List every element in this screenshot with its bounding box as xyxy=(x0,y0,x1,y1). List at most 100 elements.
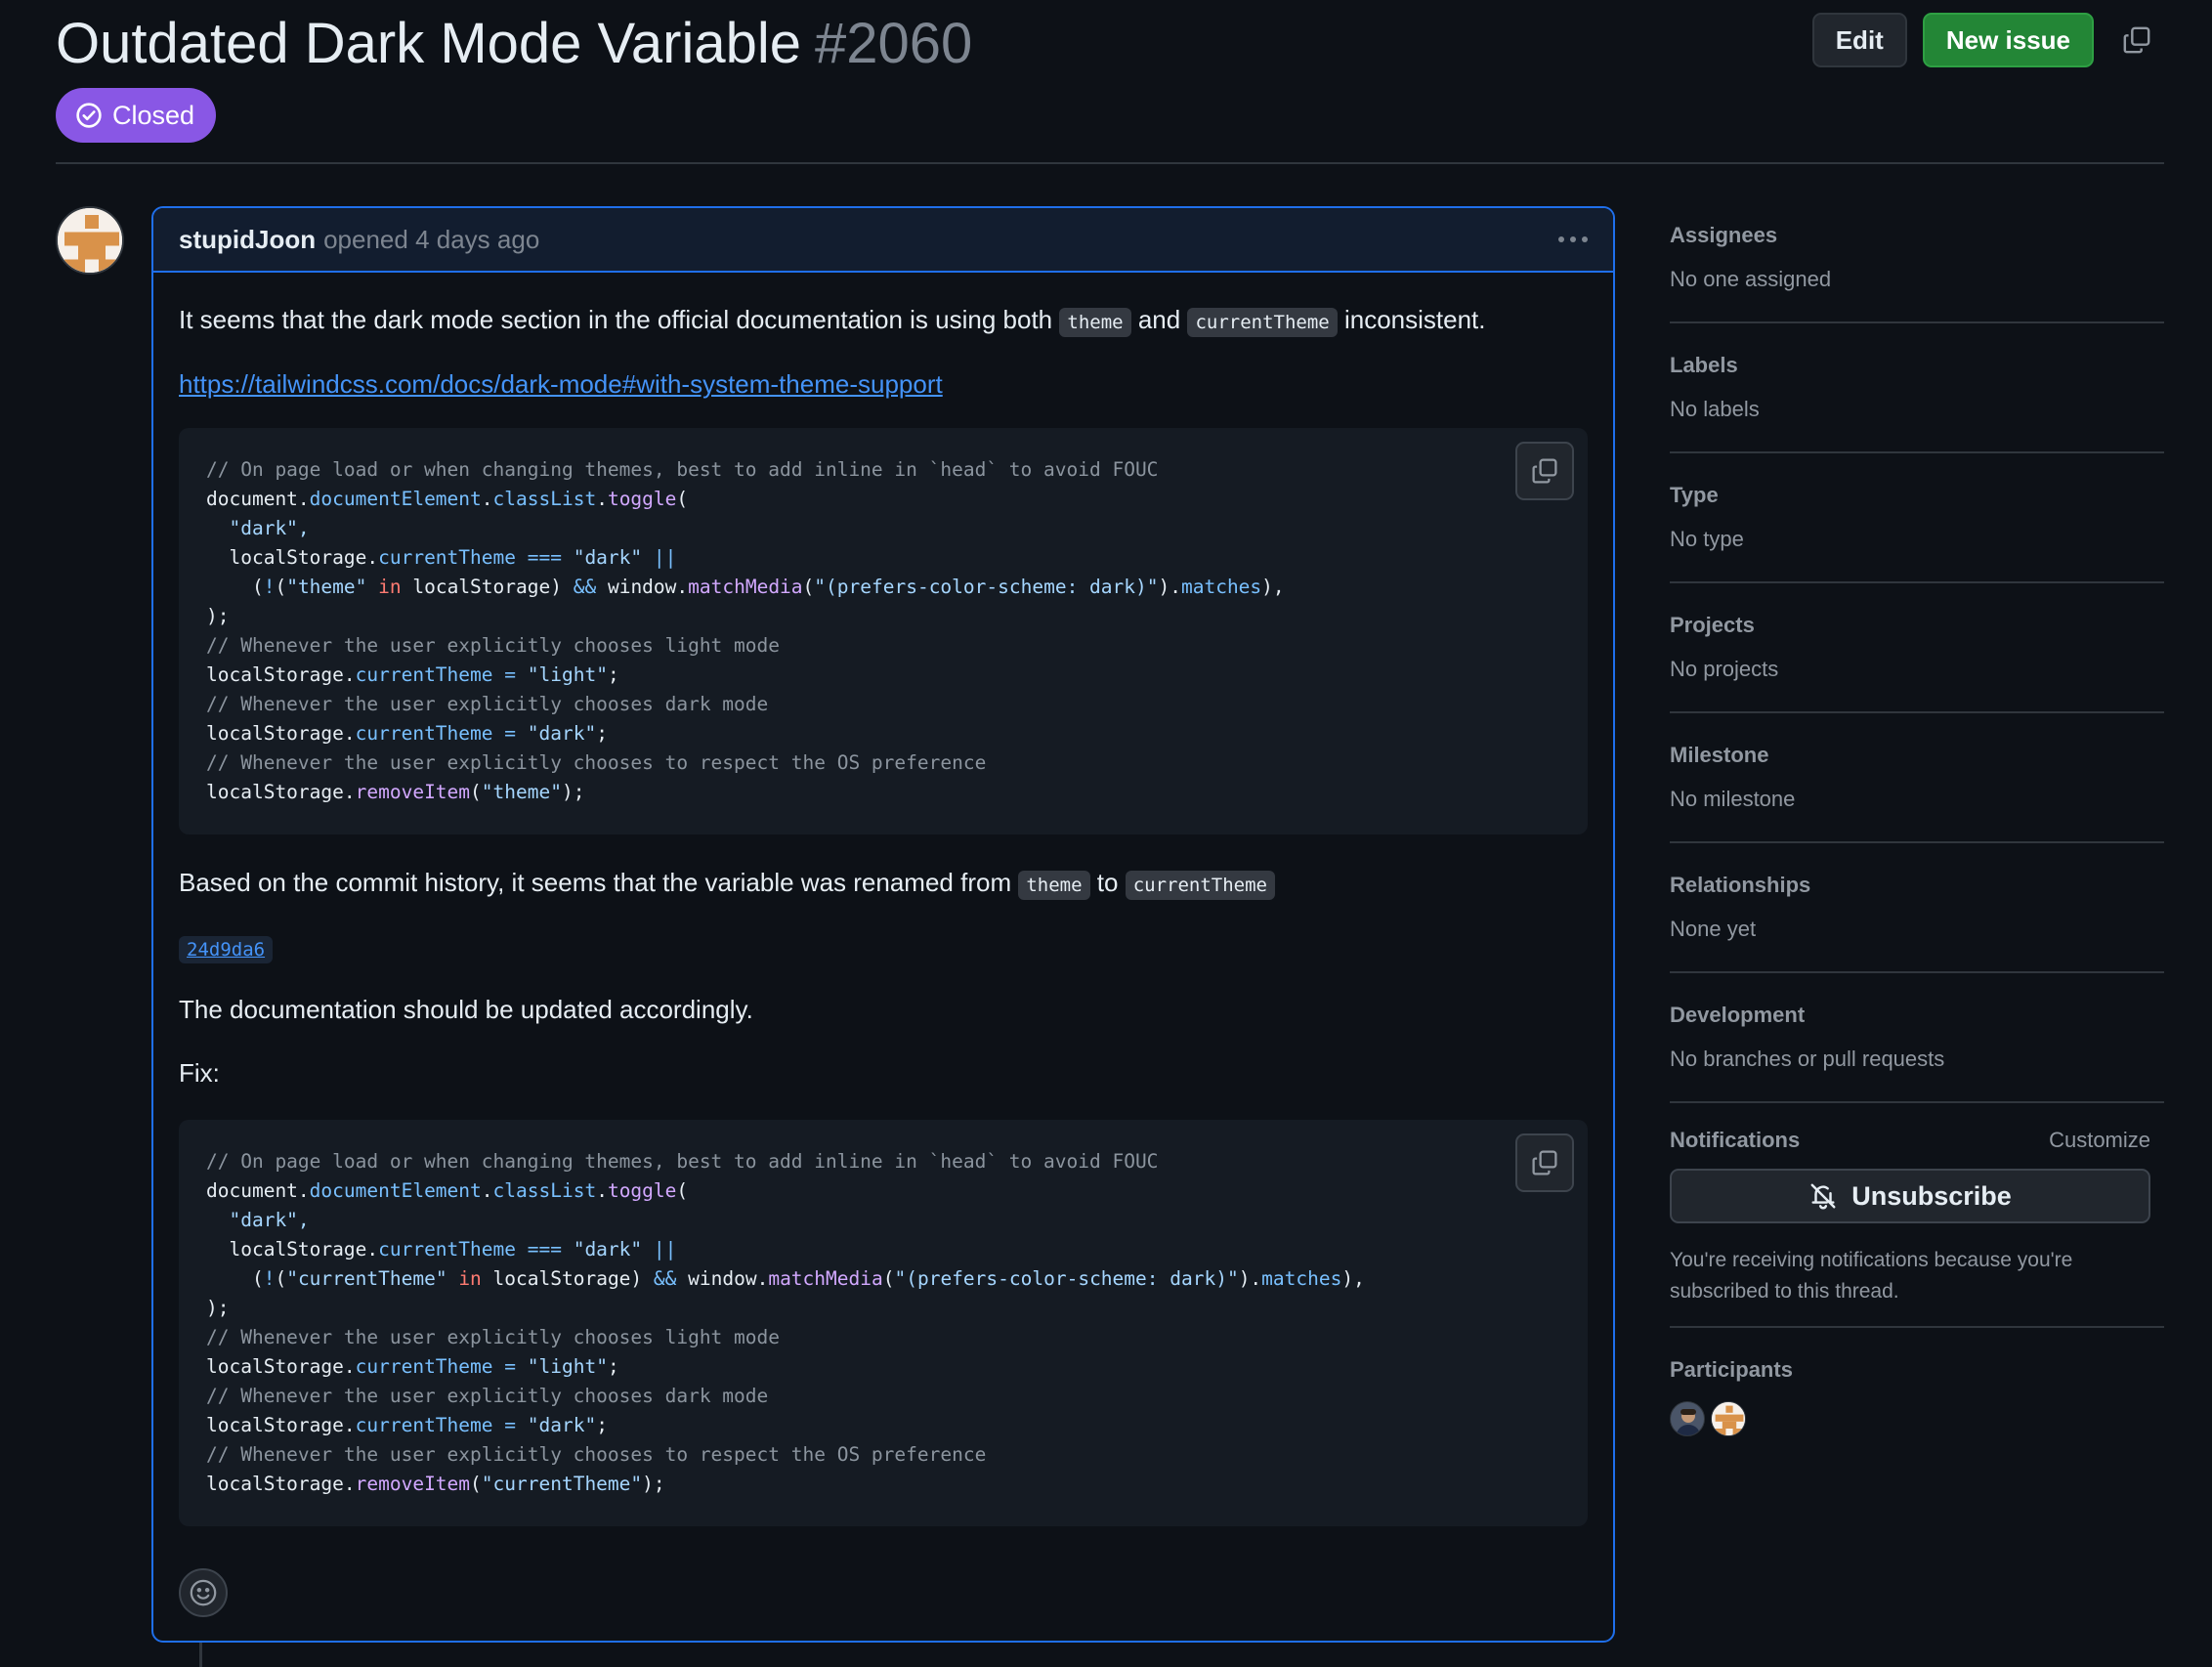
author-avatar[interactable] xyxy=(56,206,124,275)
sidebar-participants: Participants xyxy=(1670,1328,2164,1475)
code-line: // Whenever the user explicitly chooses … xyxy=(206,634,780,657)
code-line: "dark", xyxy=(206,517,310,539)
sidebar-title[interactable]: Development xyxy=(1670,1003,1805,1028)
code-line: localStorage.currentTheme === "dark" || xyxy=(206,1238,677,1261)
code-line: // On page load or when changing themes,… xyxy=(206,458,1159,481)
paragraph-commit-history: Based on the commit history, it seems th… xyxy=(179,865,1275,903)
copy-link-button[interactable] xyxy=(2109,13,2164,67)
header-actions: Edit New issue xyxy=(1811,13,2164,67)
customize-notifications-link[interactable]: Customize xyxy=(2049,1128,2150,1153)
sidebar-title: Participants xyxy=(1670,1357,1793,1382)
sidebar-title: Notifications xyxy=(1670,1128,1801,1152)
code-line: document.documentElement.classList.toggl… xyxy=(206,1179,689,1202)
sidebar-title[interactable]: Type xyxy=(1670,483,1719,508)
identicon-avatar-icon xyxy=(1712,1402,1745,1435)
copy-icon xyxy=(1532,458,1557,484)
code-line: ); xyxy=(206,1297,230,1319)
kebab-dot-icon xyxy=(1570,236,1576,242)
code-line: // On page load or when changing themes,… xyxy=(206,1150,1159,1173)
inline-code: currentTheme xyxy=(1125,871,1275,900)
copy-code-button[interactable] xyxy=(1515,1133,1574,1192)
code-line: localStorage.removeItem("theme"); xyxy=(206,781,585,803)
sidebar-title[interactable]: Milestone xyxy=(1670,743,1768,768)
sidebar-value: No labels xyxy=(1670,397,1760,421)
sidebar-title[interactable]: Labels xyxy=(1670,353,1738,378)
copy-icon xyxy=(2123,26,2150,54)
sidebar-value: No milestone xyxy=(1670,787,1796,811)
text: inconsistent. xyxy=(1343,305,1486,334)
comment-author[interactable]: stupidJoon xyxy=(179,225,316,255)
notification-reason: You're receiving notifications because y… xyxy=(1670,1249,2073,1303)
code-line: // Whenever the user explicitly chooses … xyxy=(206,693,769,715)
comment-header: stupidJoon opened 4 days ago xyxy=(153,208,1613,273)
sidebar-title[interactable]: Assignees xyxy=(1670,223,1777,248)
participant-avatar[interactable] xyxy=(1711,1401,1746,1436)
code-line: (!("currentTheme" in localStorage) && wi… xyxy=(206,1267,1365,1290)
sidebar-value: No branches or pull requests xyxy=(1670,1047,1945,1071)
code-line: (!("theme" in localStorage) && window.ma… xyxy=(206,576,1285,598)
text: It seems that the dark mode section in t… xyxy=(179,305,1053,334)
sidebar-title[interactable]: Projects xyxy=(1670,613,1755,638)
code-line: localStorage.currentTheme = "light"; xyxy=(206,1355,619,1378)
check-circle-icon xyxy=(76,103,102,128)
unsubscribe-label: Unsubscribe xyxy=(1851,1180,2012,1211)
sidebar-title[interactable]: Relationships xyxy=(1670,873,1810,898)
paragraph-link: https://tailwindcss.com/docs/dark-mode#w… xyxy=(179,366,943,402)
code-line: // Whenever the user explicitly chooses … xyxy=(206,1326,780,1348)
unsubscribe-button[interactable]: Unsubscribe xyxy=(1670,1169,2150,1223)
code-line: localStorage.currentTheme === "dark" || xyxy=(206,546,677,569)
sidebar-relationships[interactable]: Relationships None yet xyxy=(1670,843,2164,973)
code-line: // Whenever the user explicitly chooses … xyxy=(206,1385,769,1407)
edit-button[interactable]: Edit xyxy=(1811,13,1907,67)
text: Based on the commit history, it seems th… xyxy=(179,868,1012,897)
issue-header: Outdated Dark Mode Variable #2060 Closed … xyxy=(56,0,2164,164)
sidebar-assignees[interactable]: Assignees No one assigned xyxy=(1670,206,2164,323)
commit-sha-link[interactable]: 24d9da6 xyxy=(179,936,274,963)
paragraph-update: The documentation should be updated acco… xyxy=(179,995,753,1024)
paragraph-intro: It seems that the dark mode section in t… xyxy=(179,302,1486,340)
sidebar-labels[interactable]: Labels No labels xyxy=(1670,323,2164,453)
sidebar-value: No one assigned xyxy=(1670,267,1832,291)
inline-code: currentTheme xyxy=(1187,308,1338,337)
comment-meta[interactable]: opened 4 days ago xyxy=(323,225,539,255)
code-line: localStorage.removeItem("currentTheme"); xyxy=(206,1473,665,1495)
comment-options-button[interactable] xyxy=(1558,236,1588,242)
sidebar-value: No type xyxy=(1670,527,1744,551)
sidebar-projects[interactable]: Projects No projects xyxy=(1670,583,2164,713)
code-line: // Whenever the user explicitly chooses … xyxy=(206,751,987,774)
sidebar-type[interactable]: Type No type xyxy=(1670,453,2164,583)
status-badge: Closed xyxy=(56,88,217,143)
kebab-dot-icon xyxy=(1558,236,1564,242)
timeline-line xyxy=(199,1643,202,1667)
code-block-fix: // On page load or when changing themes,… xyxy=(179,1120,1588,1526)
code-line: "dark", xyxy=(206,1209,310,1231)
sidebar-development[interactable]: Development No branches or pull requests xyxy=(1670,973,2164,1103)
docs-link[interactable]: https://tailwindcss.com/docs/dark-mode#w… xyxy=(179,369,943,399)
add-reaction-button[interactable] xyxy=(179,1568,228,1617)
text: to xyxy=(1096,868,1119,897)
sidebar-value: No projects xyxy=(1670,657,1779,681)
code-line: ); xyxy=(206,605,230,627)
code-line: // Whenever the user explicitly chooses … xyxy=(206,1443,987,1466)
copy-code-button[interactable] xyxy=(1515,442,1574,500)
participants-list xyxy=(1670,1401,1758,1440)
code-line: localStorage.currentTheme = "light"; xyxy=(206,663,619,686)
paragraph-commit: 24d9da6 xyxy=(179,929,274,967)
inline-code: theme xyxy=(1018,871,1090,900)
participant-avatar[interactable] xyxy=(1670,1401,1705,1436)
inline-code: theme xyxy=(1059,308,1131,337)
text: and xyxy=(1137,305,1181,334)
issue-title-text: Outdated Dark Mode Variable xyxy=(56,12,802,75)
code-block-original: // On page load or when changing themes,… xyxy=(179,428,1588,834)
sidebar-value: None yet xyxy=(1670,917,1757,941)
code-line: localStorage.currentTheme = "dark"; xyxy=(206,722,608,745)
new-issue-button[interactable]: New issue xyxy=(1922,13,2094,67)
sidebar-milestone[interactable]: Milestone No milestone xyxy=(1670,713,2164,843)
kebab-dot-icon xyxy=(1582,236,1588,242)
status-label: Closed xyxy=(112,100,195,130)
smiley-icon xyxy=(190,1579,217,1606)
issue-comment: stupidJoon opened 4 days ago It seems th… xyxy=(151,206,1615,1643)
issue-title: Outdated Dark Mode Variable #2060 xyxy=(56,10,972,78)
copy-icon xyxy=(1532,1150,1557,1175)
person-photo-icon xyxy=(1671,1402,1704,1435)
